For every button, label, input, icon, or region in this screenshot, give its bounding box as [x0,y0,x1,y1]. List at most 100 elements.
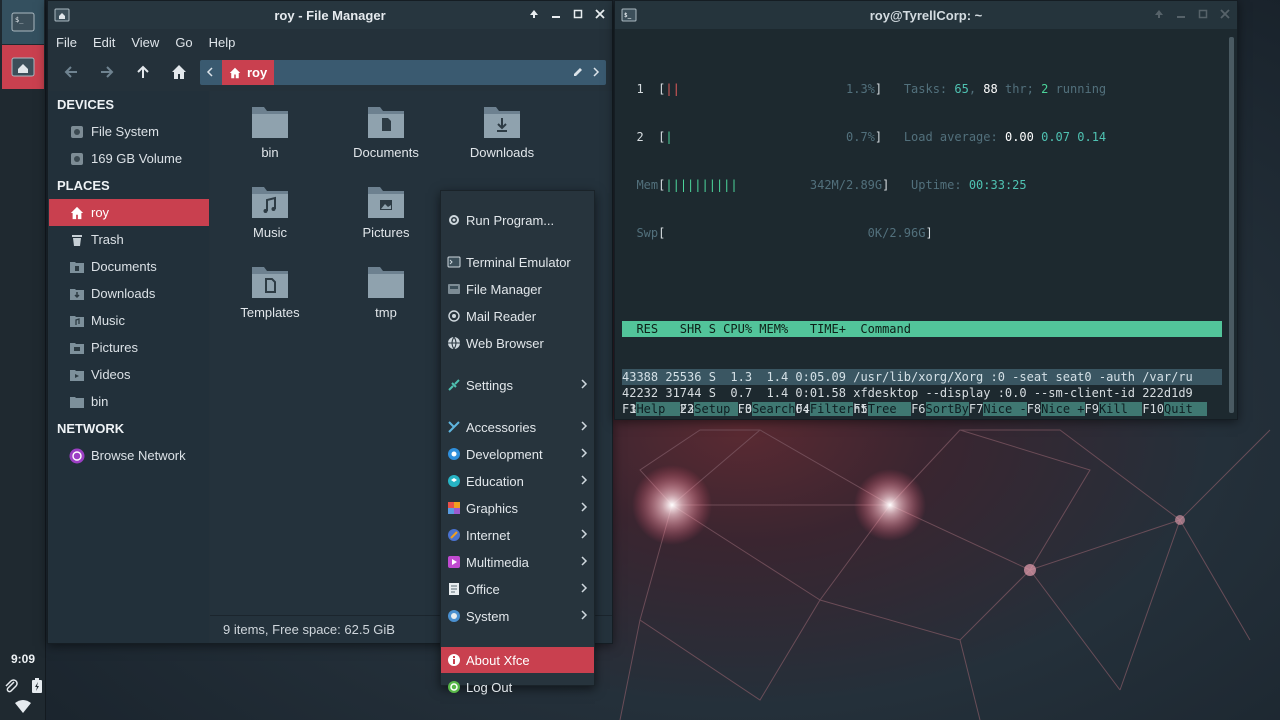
sidebar-item-roy[interactable]: roy [49,199,209,226]
menu-item-terminal-emulator[interactable]: Terminal Emulator [441,249,594,275]
fkey-label[interactable]: Tree [867,402,912,416]
sidebar-item-label: roy [91,205,110,220]
file-item-pictures[interactable]: Pictures [336,183,436,240]
file-item-music[interactable]: Music [220,183,320,240]
sidebar-item-videos[interactable]: Videos [49,361,209,388]
maximize-button[interactable] [570,6,586,22]
wifi-icon[interactable] [14,700,32,714]
menu-item-mail-reader[interactable]: Mail Reader [441,303,594,329]
file-item-documents[interactable]: Documents [336,103,436,160]
file-item-tmp[interactable]: tmp [336,263,436,320]
battery-icon[interactable] [31,678,43,694]
chevron-right-icon [580,582,588,594]
fkey-label[interactable]: Setup [694,402,738,416]
terminal-shade-button[interactable] [1151,6,1167,22]
minimize-button[interactable] [548,6,564,22]
sidebar-item-bin[interactable]: bin [49,388,209,415]
sidebar-item-label: Music [91,313,125,328]
sidebar-item-label: 169 GB Volume [91,151,183,166]
terminal-maximize-button[interactable] [1195,6,1211,22]
terminal-titlebar[interactable]: $_ roy@TyrellCorp: ~ [615,1,1237,29]
fkey-f7: F7 [968,402,984,416]
fkey-label[interactable]: Search [752,402,796,416]
process-row[interactable]: 42232 31744 S 0.7 1.4 0:01.58 xfdesktop … [622,385,1222,401]
chevron-right-icon [580,420,588,432]
close-button[interactable] [592,6,608,22]
terminal-scrollbar[interactable] [1229,37,1234,413]
process-row[interactable]: 43388 25536 S 1.3 1.4 0:05.09 /usr/lib/x… [622,369,1222,385]
fkey-label[interactable]: Kill [1098,402,1143,416]
path-bar[interactable]: roy [200,60,606,85]
file-item-label: Documents [353,145,419,160]
menu-item-multimedia[interactable]: Multimedia [441,549,594,575]
svg-text:$_: $_ [624,12,632,19]
menu-view[interactable]: View [131,35,159,50]
fkey-label[interactable]: Nice + [1041,402,1085,416]
sidebar-item-file-system[interactable]: File System [49,118,209,145]
fkey-label[interactable]: Quit [1164,402,1208,416]
terminal-close-button[interactable] [1217,6,1233,22]
menu-item-development[interactable]: Development [441,441,594,467]
info-icon [447,653,461,667]
taskbar-terminal-button[interactable]: $_ [2,0,44,44]
fkey-label[interactable]: Help [636,402,680,416]
menu-item-graphics[interactable]: Graphics [441,495,594,521]
menu-help[interactable]: Help [209,35,236,50]
home-button[interactable] [166,59,192,85]
up-button[interactable] [130,59,156,85]
fkey-label[interactable]: SortBy [925,402,969,416]
taskbar-file-manager-button[interactable] [2,45,44,89]
sidebar-item-documents[interactable]: Documents [49,253,209,280]
terminal-minimize-button[interactable] [1173,6,1189,22]
menu-item-office[interactable]: Office [441,576,594,602]
chevron-right-icon [580,609,588,621]
menu-go[interactable]: Go [175,35,192,50]
clock[interactable]: 9:09 [0,652,46,666]
sidebar-item-label: Documents [91,259,157,274]
path-crumb-home[interactable]: roy [222,60,274,85]
fkey-label[interactable]: Filter [809,402,854,416]
menu-item-file-manager[interactable]: File Manager [441,276,594,302]
process-stats: 42232 31744 [622,386,709,400]
menu-item-about-xfce[interactable]: About Xfce [441,647,594,673]
path-scroll-right-button[interactable] [592,67,600,77]
paperclip-icon[interactable] [3,678,19,694]
menu-item-system[interactable]: System [441,603,594,629]
maximize-icon [573,9,583,19]
menu-item-log-out[interactable]: Log Out [441,674,594,700]
edit-path-button[interactable] [572,66,584,78]
menu-item-accessories[interactable]: Accessories [441,414,594,440]
menu-edit[interactable]: Edit [93,35,115,50]
process-table-header[interactable]: RES SHR S CPU% MEM% TIME+ Command [622,321,1222,337]
sidebar-item-music[interactable]: Music [49,307,209,334]
terminal-title: roy@TyrellCorp: ~ [869,7,983,23]
menu-item-web-browser[interactable]: Web Browser [441,330,594,356]
sidebar-item-downloads[interactable]: Downloads [49,280,209,307]
menu-file[interactable]: File [56,35,77,50]
sidebar-item-pictures[interactable]: Pictures [49,334,209,361]
menu-item-internet[interactable]: Internet [441,522,594,548]
fkey-label[interactable]: Nice - [983,402,1027,416]
sidebar-item-trash[interactable]: Trash [49,226,209,253]
file-manager-titlebar[interactable]: roy - File Manager [48,1,612,29]
back-button[interactable] [58,59,84,85]
htop-output[interactable]: 1 [|| 1.3%] Tasks: 65, 88 thr; 2 running… [622,35,1222,417]
folder-videos-icon [69,367,85,383]
shade-button[interactable] [526,6,542,22]
menu-item-run-program[interactable]: Run Program... [441,207,594,233]
menu-item-label: Internet [466,527,511,543]
forward-button[interactable] [94,59,120,85]
home-icon [229,67,241,78]
file-item-templates[interactable]: Templates [220,263,320,320]
sidebar-item-browse-network[interactable]: Browse Network [49,442,209,469]
file-item-bin[interactable]: bin [220,103,320,160]
folder-icon [252,107,288,138]
htop-meter-line: Swp[ 0K/2.96G] [636,226,933,240]
sidebar-item-volume[interactable]: 169 GB Volume [49,145,209,172]
path-scroll-left-button[interactable] [206,67,214,77]
menu-item-education[interactable]: Education [441,468,594,494]
file-item-downloads[interactable]: Downloads [452,103,552,160]
menu-item-settings[interactable]: Settings [441,372,594,398]
menu-item-label: File Manager [466,281,542,297]
menu-item-label: Education [466,473,524,489]
